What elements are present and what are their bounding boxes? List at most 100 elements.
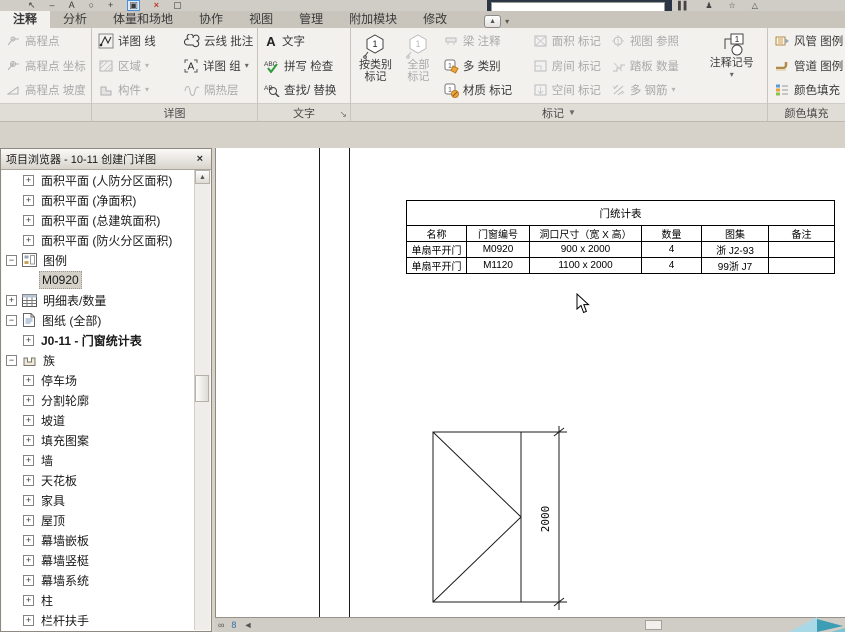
component-button[interactable]: 构件▾ <box>95 78 180 102</box>
expand-plus-icon[interactable]: + <box>23 475 34 486</box>
panel-label-tag[interactable]: 标记 ▼ <box>351 103 767 121</box>
help-icon[interactable]: △ <box>752 1 758 10</box>
beam-annotation-button[interactable]: 梁 注释 <box>440 29 530 53</box>
detail-group-button[interactable]: A 详图 组▾ <box>180 54 254 78</box>
add-icon[interactable]: + <box>108 1 113 10</box>
expand-plus-icon[interactable]: + <box>23 615 34 626</box>
expand-plus-icon[interactable]: + <box>23 235 34 246</box>
space-tag-button[interactable]: 空间 标记 <box>530 78 608 102</box>
tab-view[interactable]: 视图 <box>236 11 286 28</box>
area-tag-button[interactable]: 面积 标记 <box>530 29 608 53</box>
tab-collaborate[interactable]: 协作 <box>186 11 236 28</box>
expand-plus-icon[interactable]: + <box>23 395 34 406</box>
tree-item[interactable]: +坡道 <box>2 410 195 430</box>
ribbon-minimize-caret-icon[interactable]: ▾ <box>505 17 509 26</box>
tree-item[interactable]: +幕墙系统 <box>2 570 195 590</box>
expand-plus-icon[interactable]: + <box>23 435 34 446</box>
spell-check-button[interactable]: ABC 拼写 检查 <box>261 54 347 78</box>
tree-item[interactable]: +面积平面 (净面积) <box>2 190 195 210</box>
tree-item[interactable]: +天花板 <box>2 470 195 490</box>
expand-plus-icon[interactable]: + <box>23 195 34 206</box>
detail-line-button[interactable]: 详图 线 <box>95 29 180 53</box>
tree-item[interactable]: +屋顶 <box>2 510 195 530</box>
insulation-button[interactable]: 隔热层 <box>180 78 254 102</box>
tree-item[interactable]: −族 <box>2 350 195 370</box>
find-replace-button[interactable]: AB 查找/ 替换 <box>261 78 347 102</box>
tread-number-button[interactable]: 踏板 数量 <box>608 54 700 78</box>
panel-toggle-icon[interactable]: ▌▌ <box>678 1 689 10</box>
revision-cloud-button[interactable]: 云线 批注 <box>180 29 254 53</box>
expand-plus-icon[interactable]: + <box>23 515 34 526</box>
keynote-button[interactable]: 1 注释记号 ▾ <box>700 29 764 102</box>
tag-by-category-button[interactable]: 1 按类别标记 <box>354 29 397 102</box>
tree-item[interactable]: +幕墙竖梃 <box>2 550 195 570</box>
expand-plus-icon[interactable]: + <box>23 375 34 386</box>
expand-plus-icon[interactable]: + <box>23 455 34 466</box>
door-elevation-drawing[interactable]: 2000 <box>421 420 591 617</box>
drawing-canvas[interactable]: 门统计表名称门窗编号洞口尺寸（宽 X 高）数量图集备注单扇平开门M0920900… <box>215 148 845 617</box>
color-fill-legend-button[interactable]: 颜色填充 <box>771 78 842 102</box>
tab-annotate[interactable]: 注释 <box>0 11 50 28</box>
tab-modify[interactable]: 修改 <box>410 11 460 28</box>
measure-icon[interactable]: – <box>50 1 55 10</box>
pipe-legend-button[interactable]: 管道 图例 <box>771 54 842 78</box>
text-button[interactable]: A 文字 <box>261 29 347 53</box>
tab-manage[interactable]: 管理 <box>286 11 336 28</box>
region-button[interactable]: 区域▾ <box>95 54 180 78</box>
tree-item[interactable]: +分割轮廓 <box>2 390 195 410</box>
pointer-icon[interactable]: ↖ <box>28 1 36 10</box>
close-hide-icon[interactable]: × <box>154 1 159 10</box>
browser-scrollbar[interactable]: ▲ <box>194 170 210 630</box>
expand-plus-icon[interactable]: + <box>23 335 34 346</box>
door-schedule-table[interactable]: 门统计表名称门窗编号洞口尺寸（宽 X 高）数量图集备注单扇平开门M0920900… <box>406 200 835 274</box>
tree-item[interactable]: +面积平面 (防火分区面积) <box>2 230 195 250</box>
project-browser-titlebar[interactable]: 项目浏览器 - 10-11 创建门详图 × <box>1 149 211 170</box>
expand-plus-icon[interactable]: + <box>23 595 34 606</box>
spot-slope-button[interactable]: 高程点 坡度 <box>3 78 88 102</box>
tree-item[interactable]: +幕墙嵌板 <box>2 530 195 550</box>
material-tag-button[interactable]: 1 材质 标记 <box>440 78 530 102</box>
bottom-scrollbar-strip[interactable]: ∞ 8 ◄ <box>215 617 845 632</box>
account-icon[interactable]: ♟ <box>705 1 712 10</box>
view-control-icon[interactable]: ∞ <box>218 620 224 630</box>
view-control-icon[interactable]: 8 <box>231 620 236 630</box>
tree-item[interactable]: −图纸 (全部) <box>2 310 195 330</box>
tree-item[interactable]: +栏杆扶手 <box>2 610 195 630</box>
expand-plus-icon[interactable]: + <box>23 215 34 226</box>
view-reference-button[interactable]: 1 视图 参照 <box>608 29 700 53</box>
expand-plus-icon[interactable]: + <box>23 555 34 566</box>
multi-category-tag-button[interactable]: 1 多 类别 <box>440 54 530 78</box>
tree-item[interactable]: M0920 <box>2 270 195 290</box>
spot-coordinate-button[interactable]: 高程点 坐标 <box>3 54 88 78</box>
tree-item[interactable]: +柱 <box>2 590 195 610</box>
collapse-minus-icon[interactable]: − <box>6 315 17 326</box>
tab-analyze[interactable]: 分析 <box>50 11 100 28</box>
text-tool-icon[interactable]: A <box>69 1 75 10</box>
tree-item[interactable]: +停车场 <box>2 370 195 390</box>
tab-massing-site[interactable]: 体量和场地 <box>100 11 186 28</box>
dialog-launcher-icon[interactable]: ↘ <box>339 109 347 120</box>
collapse-minus-icon[interactable]: − <box>6 355 17 366</box>
expand-plus-icon[interactable]: + <box>23 175 34 186</box>
spot-elevation-button[interactable]: 高程点 <box>3 29 88 53</box>
expand-plus-icon[interactable]: + <box>6 295 17 306</box>
scrollbar-thumb[interactable] <box>645 620 662 630</box>
tag-all-button[interactable]: 1 全部标记 <box>397 29 440 102</box>
tree-item[interactable]: +填充图案 <box>2 430 195 450</box>
room-tag-button[interactable]: 房间 标记 <box>530 54 608 78</box>
tree-item[interactable]: +J0-11 - 门窗统计表 <box>2 330 195 350</box>
tree-item[interactable]: +面积平面 (总建筑面积) <box>2 210 195 230</box>
duct-legend-button[interactable]: 风管 图例 <box>771 29 842 53</box>
favorites-star-icon[interactable]: ☆ <box>729 1 736 10</box>
ribbon-minimize-button[interactable]: ▲ <box>484 15 501 28</box>
section-icon[interactable]: ▣ <box>127 0 140 11</box>
scroll-left-arrow-icon[interactable]: ◄ <box>243 620 252 630</box>
tab-addins[interactable]: 附加模块 <box>336 11 410 28</box>
expand-plus-icon[interactable]: + <box>23 535 34 546</box>
close-icon[interactable]: × <box>194 153 206 165</box>
tree-item[interactable]: +墙 <box>2 450 195 470</box>
expand-plus-icon[interactable]: + <box>23 495 34 506</box>
expand-plus-icon[interactable]: + <box>23 575 34 586</box>
tree-item[interactable]: −图例 <box>2 250 195 270</box>
tree-item[interactable]: +明细表/数量 <box>2 290 195 310</box>
